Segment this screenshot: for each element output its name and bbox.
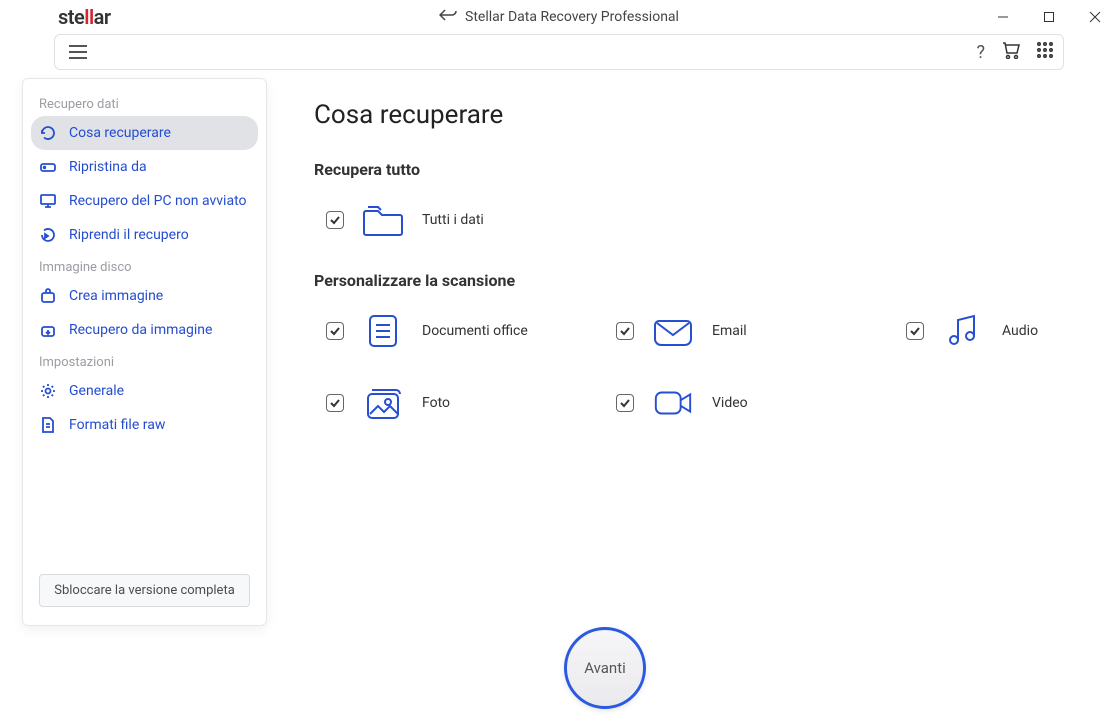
folder-icon [362,199,404,241]
page-title: Cosa recuperare [314,100,1118,130]
option-label: Audio [1002,323,1038,339]
back-icon[interactable] [439,8,457,26]
option-office[interactable]: Documenti office [326,310,576,352]
checkbox-audio[interactable] [906,322,924,340]
apps-grid-icon[interactable] [1037,42,1053,62]
option-label: Tutti i dati [422,212,484,228]
title-bar: stellar Stellar Data Recovery Profession… [0,0,1118,34]
close-button[interactable] [1072,0,1118,34]
section-recover-all: Recupera tutto [314,160,1118,179]
video-camera-icon [652,382,694,424]
checkbox-all-data[interactable] [326,211,344,229]
checkbox-email[interactable] [616,322,634,340]
photo-icon [362,382,404,424]
option-email[interactable]: Email [616,310,866,352]
checkbox-office[interactable] [326,322,344,340]
minimize-button[interactable] [980,0,1026,34]
cart-icon[interactable] [1001,41,1021,63]
window-title: Stellar Data Recovery Professional [465,9,679,25]
next-button[interactable]: Avanti [564,627,646,709]
app-logo: stellar [58,5,111,29]
option-label: Foto [422,395,450,411]
option-all-data[interactable]: Tutti i dati [326,199,576,241]
maximize-button[interactable] [1026,0,1072,34]
option-label: Documenti office [422,323,528,339]
main-content: Cosa recuperare Recupera tutto Tutti i d… [54,80,1118,703]
music-note-icon [942,310,984,352]
option-audio[interactable]: Audio [906,310,1118,352]
envelope-icon [652,310,694,352]
option-photo[interactable]: Foto [326,382,576,424]
checkbox-video[interactable] [616,394,634,412]
menu-button[interactable] [65,41,91,63]
toolbar: ? [54,34,1064,70]
checkbox-photo[interactable] [326,394,344,412]
option-video[interactable]: Video [616,382,866,424]
help-icon[interactable]: ? [976,42,985,63]
section-custom-scan: Personalizzare la scansione [314,271,1118,290]
option-label: Video [712,395,748,411]
option-label: Email [712,323,747,339]
document-icon [362,310,404,352]
